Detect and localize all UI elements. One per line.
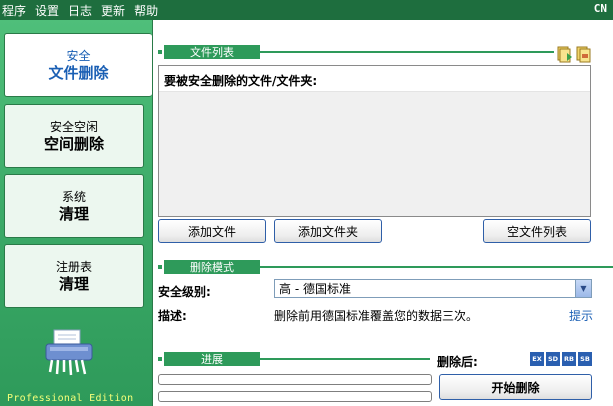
after-delete-label: 删除后: <box>437 355 478 369</box>
sidebar-item-system-clean[interactable]: 系统 清理 <box>4 174 144 238</box>
description-label: 描述: <box>158 309 187 323</box>
chevron-down-icon[interactable]: ▼ <box>575 280 591 297</box>
edition-label: Professional Edition <box>7 393 134 404</box>
sidebar-item-small-label: 安全 <box>66 48 91 63</box>
section-bullet <box>158 50 162 54</box>
file-list-section-header: 文件列表 <box>158 45 554 59</box>
clear-list-button[interactable]: 空文件列表 <box>483 219 591 243</box>
sidebar-item-free-space-delete[interactable]: 安全空闲 空间删除 <box>4 104 144 168</box>
description-text: 删除前用德国标准覆盖您的数据三次。 <box>274 309 479 323</box>
section-bullet <box>158 265 162 269</box>
section-bullet <box>158 357 162 361</box>
security-level-value: 高 - 德国标准 <box>279 282 351 296</box>
section-divider <box>260 51 554 53</box>
menu-help[interactable]: 帮助 <box>134 2 158 19</box>
add-file-button[interactable]: 添加文件 <box>158 219 266 243</box>
start-delete-button[interactable]: 开始删除 <box>439 374 592 400</box>
sidebar-item-small-label: 注册表 <box>55 259 92 274</box>
file-list-header: 要被安全删除的文件/文件夹: <box>159 66 590 92</box>
section-divider <box>260 358 430 360</box>
security-level-label: 安全级别: <box>158 285 211 299</box>
sidebar-item-small-label: 安全空闲 <box>49 119 98 134</box>
menu-bar: 程序 设置 日志 更新 帮助 CN <box>0 0 613 20</box>
sidebar-item-big-label: 空间删除 <box>43 134 104 153</box>
after-option-rb-icon[interactable]: RB <box>562 352 576 366</box>
shredder-icon <box>45 329 93 376</box>
menu-update[interactable]: 更新 <box>101 2 125 19</box>
progress-bar-1 <box>158 374 432 385</box>
sidebar-item-small-label: 系统 <box>61 189 86 204</box>
language-indicator[interactable]: CN <box>594 2 607 15</box>
add-folder-icon[interactable] <box>576 45 592 63</box>
add-folder-button[interactable]: 添加文件夹 <box>274 219 382 243</box>
sidebar-item-big-label: 清理 <box>58 204 89 223</box>
sidebar-item-big-label: 清理 <box>58 274 89 293</box>
sidebar-item-file-delete[interactable]: 安全 文件删除 <box>4 33 152 97</box>
security-level-select[interactable]: 高 - 德国标准 ▼ <box>274 279 592 298</box>
hint-link[interactable]: 提示 <box>569 307 593 324</box>
sidebar-item-registry-clean[interactable]: 注册表 清理 <box>4 244 144 308</box>
sidebar-item-big-label: 文件删除 <box>48 63 109 82</box>
delete-mode-title: 删除模式 <box>164 260 260 274</box>
progress-bar-2 <box>158 391 432 402</box>
main-panel: 文件列表 要被安全删除的文件/文件夹: 添加文件 添加文件夹 空文件列表 删除模… <box>152 20 613 406</box>
menu-settings[interactable]: 设置 <box>35 2 59 19</box>
section-divider <box>260 266 613 268</box>
file-list-box[interactable]: 要被安全删除的文件/文件夹: <box>158 65 591 217</box>
after-option-sb-icon[interactable]: SB <box>578 352 592 366</box>
menu-log[interactable]: 日志 <box>68 2 92 19</box>
menu-program[interactable]: 程序 <box>2 2 26 19</box>
add-file-icon[interactable] <box>557 45 573 63</box>
after-option-ex-icon[interactable]: EX <box>530 352 544 366</box>
progress-title: 进展 <box>164 352 260 366</box>
delete-mode-section-header: 删除模式 <box>158 260 613 274</box>
progress-section-header: 进展 <box>158 352 430 366</box>
file-list-title: 文件列表 <box>164 45 260 59</box>
after-option-sd-icon[interactable]: SD <box>546 352 560 366</box>
